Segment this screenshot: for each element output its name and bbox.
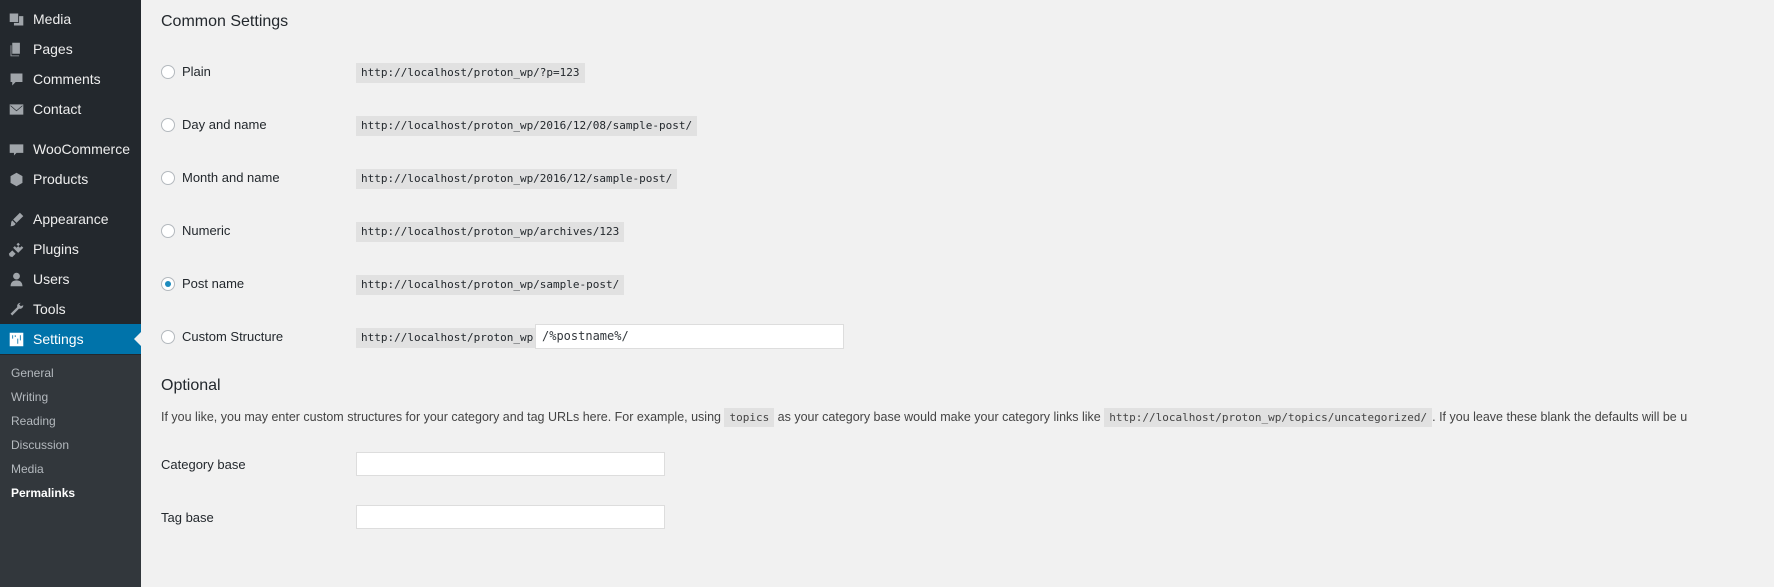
user-icon (8, 271, 25, 288)
plug-icon (8, 241, 25, 258)
optional-desc-text: If you like, you may enter custom struct… (161, 410, 725, 424)
menu-item-pages[interactable]: Pages (0, 34, 141, 64)
custom-structure-input[interactable]: /%postname%/ (535, 324, 844, 349)
menu-item-label: Appearance (33, 211, 109, 227)
section-title-optional: Optional (161, 377, 221, 394)
comments-icon (8, 71, 25, 88)
category-base-input[interactable] (356, 452, 665, 476)
label-day-and-name[interactable]: Day and name (182, 117, 267, 132)
mail-icon (8, 101, 25, 118)
box-icon (8, 171, 25, 188)
menu-item-label: WooCommerce (33, 141, 130, 157)
menu-item-comments[interactable]: Comments (0, 64, 141, 94)
submenu-writing[interactable]: Writing (11, 387, 48, 407)
menu-item-label: Users (33, 271, 70, 287)
submenu-general[interactable]: General (11, 363, 54, 383)
label-custom-structure[interactable]: Custom Structure (182, 329, 283, 344)
label-plain[interactable]: Plain (182, 64, 211, 79)
paintbrush-icon (8, 211, 25, 228)
pages-icon (8, 41, 25, 58)
menu-item-settings[interactable]: Settings (0, 324, 141, 354)
menu-item-label: Settings (33, 331, 84, 347)
menu-item-label: Comments (33, 71, 101, 87)
radio-post-name[interactable] (161, 277, 175, 291)
menu-item-label: Pages (33, 41, 73, 57)
radio-numeric[interactable] (161, 224, 175, 238)
submenu-reading[interactable]: Reading (11, 411, 56, 431)
admin-sidebar: Media Pages Comments Contact WooCommerce… (0, 0, 141, 587)
radio-month-and-name[interactable] (161, 171, 175, 185)
woocommerce-icon (8, 141, 25, 158)
radio-plain[interactable] (161, 65, 175, 79)
optional-desc-text: . If you leave these blank the defaults … (1432, 410, 1688, 424)
url-example-day-and-name: http://localhost/proton_wp/2016/12/08/sa… (356, 116, 698, 136)
submenu-discussion[interactable]: Discussion (11, 435, 69, 455)
label-tag-base: Tag base (161, 510, 214, 525)
wrench-icon (8, 301, 25, 318)
submenu-permalinks[interactable]: Permalinks (11, 483, 75, 503)
menu-item-woocommerce[interactable]: WooCommerce (0, 134, 141, 164)
optional-desc-text: as your category base would make your ca… (774, 410, 1105, 424)
label-category-base: Category base (161, 457, 246, 472)
label-numeric[interactable]: Numeric (182, 223, 230, 238)
menu-item-label: Media (33, 11, 72, 27)
tag-base-input[interactable] (356, 505, 665, 529)
url-example-plain: http://localhost/proton_wp/?p=123 (356, 63, 585, 83)
menu-item-plugins[interactable]: Plugins (0, 234, 141, 264)
url-prefix-custom: http://localhost/proton_wp (356, 328, 539, 348)
menu-item-label: Plugins (33, 241, 79, 257)
settings-submenu: General Writing Reading Discussion Media… (0, 355, 141, 587)
menu-item-appearance[interactable]: Appearance (0, 204, 141, 234)
label-month-and-name[interactable]: Month and name (182, 170, 280, 185)
url-example-month-and-name: http://localhost/proton_wp/2016/12/sampl… (356, 169, 678, 189)
menu-item-label: Products (33, 171, 89, 187)
url-example-numeric: http://localhost/proton_wp/archives/123 (356, 222, 625, 242)
url-example-post-name: http://localhost/proton_wp/sample-post/ (356, 275, 625, 295)
optional-desc-code-url: http://localhost/proton_wp/topics/uncate… (1104, 408, 1433, 427)
menu-item-users[interactable]: Users (0, 264, 141, 294)
settings-icon (8, 331, 25, 348)
menu-item-contact[interactable]: Contact (0, 94, 141, 124)
label-post-name[interactable]: Post name (182, 276, 244, 291)
submenu-media[interactable]: Media (11, 459, 44, 479)
section-title-common: Common Settings (161, 13, 289, 30)
menu-item-label: Tools (33, 301, 66, 317)
menu-item-media[interactable]: Media (0, 4, 141, 34)
menu-item-products[interactable]: Products (0, 164, 141, 194)
menu-item-label: Contact (33, 101, 82, 117)
optional-description: If you like, you may enter custom struct… (161, 408, 1688, 427)
radio-day-and-name[interactable] (161, 118, 175, 132)
optional-desc-code-topics: topics (724, 408, 775, 427)
radio-custom-structure[interactable] (161, 330, 175, 344)
menu-item-tools[interactable]: Tools (0, 294, 141, 324)
media-icon (8, 11, 25, 28)
